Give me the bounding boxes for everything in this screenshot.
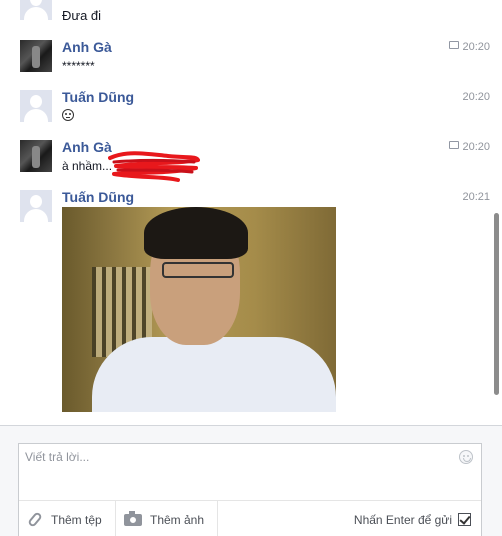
add-photo-button[interactable]: Thêm ảnh (115, 501, 217, 536)
avatar[interactable] (20, 0, 52, 20)
web-sent-icon (449, 141, 460, 149)
message-time: 20:21 (462, 191, 490, 203)
add-file-button[interactable]: Thêm tệp (19, 501, 115, 536)
message-item: Đưa đi (0, 0, 490, 30)
divider (217, 501, 218, 536)
message-author[interactable]: Tuấn Dũng (62, 189, 134, 205)
avatar[interactable] (20, 40, 52, 72)
reply-composer: Thêm tệp Thêm ảnh Nhấn Enter để gửi (18, 443, 482, 536)
composer-area: Thêm tệp Thêm ảnh Nhấn Enter để gửi (0, 425, 502, 536)
web-sent-icon (449, 41, 460, 49)
checkbox-icon[interactable] (458, 513, 471, 526)
avatar[interactable] (20, 140, 52, 172)
message-item: Anh Gà ******* 20:20 (0, 38, 490, 74)
message-text: à nhầm... (62, 159, 113, 173)
message-author[interactable]: Anh Gà (62, 39, 112, 55)
scrollbar-thumb[interactable] (494, 213, 499, 395)
message-text: Đưa đi (62, 8, 102, 23)
message-time: 20:20 (449, 41, 490, 53)
add-file-label: Thêm tệp (51, 512, 102, 527)
scrollbar[interactable] (490, 0, 502, 425)
composer-toolbar: Thêm tệp Thêm ảnh Nhấn Enter để gửi (19, 500, 481, 536)
message-emoji (62, 109, 74, 124)
enter-to-send-label: Nhấn Enter để gửi (353, 512, 452, 527)
enter-to-send-toggle[interactable]: Nhấn Enter để gửi (354, 501, 471, 536)
message-time: 20:20 (449, 141, 490, 153)
message-item: Tuấn Dũng 20:20 (0, 88, 490, 124)
message-time: 20:20 (462, 91, 490, 103)
message-text: ******* (62, 59, 95, 73)
emoji-picker-icon[interactable] (459, 450, 473, 464)
reply-input[interactable] (19, 444, 481, 500)
camera-icon (124, 510, 142, 526)
message-author[interactable]: Tuấn Dũng (62, 89, 134, 105)
avatar[interactable] (20, 90, 52, 122)
message-thread[interactable]: Đưa đi Anh Gà ******* 20:20 Tuấn Dũng 20… (0, 0, 502, 425)
avatar[interactable] (20, 190, 52, 222)
add-photo-label: Thêm ảnh (150, 512, 205, 527)
smiley-icon (62, 109, 74, 121)
paperclip-icon (27, 511, 43, 528)
message-author[interactable]: Anh Gà (62, 139, 112, 155)
red-scribble-redaction (108, 151, 200, 182)
message-item: Anh Gà à nhầm... 20:20 (0, 138, 490, 174)
photo-attachment[interactable] (62, 207, 336, 412)
